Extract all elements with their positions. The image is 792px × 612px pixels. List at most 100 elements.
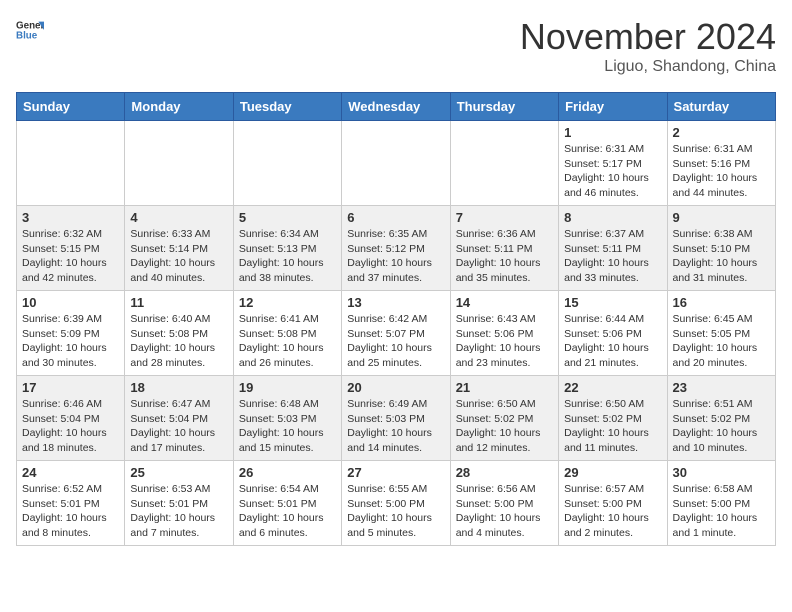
week-row-3: 10 Sunrise: 6:39 AM Sunset: 5:09 PM Dayli… [17,291,776,376]
day-info: Sunrise: 6:52 AM Sunset: 5:01 PM Dayligh… [22,482,119,541]
day-cell: 15 Sunrise: 6:44 AM Sunset: 5:06 PM Dayli… [559,291,667,376]
day-info: Sunrise: 6:50 AM Sunset: 5:02 PM Dayligh… [456,397,553,456]
day-number: 23 [673,380,770,395]
day-cell: 10 Sunrise: 6:39 AM Sunset: 5:09 PM Dayli… [17,291,125,376]
calendar-table: Sunday Monday Tuesday Wednesday Thursday… [16,92,776,546]
day-number: 9 [673,210,770,225]
day-cell [233,121,341,206]
day-cell: 11 Sunrise: 6:40 AM Sunset: 5:08 PM Dayli… [125,291,233,376]
week-row-1: 1 Sunrise: 6:31 AM Sunset: 5:17 PM Daylig… [17,121,776,206]
day-info: Sunrise: 6:34 AM Sunset: 5:13 PM Dayligh… [239,227,336,286]
day-cell: 29Sunrise: 6:57 AM Sunset: 5:00 PM Dayli… [559,461,667,546]
day-cell: 12Sunrise: 6:41 AM Sunset: 5:08 PM Dayli… [233,291,341,376]
day-cell: 7Sunrise: 6:36 AM Sunset: 5:11 PM Daylig… [450,206,558,291]
day-cell: 1 Sunrise: 6:31 AM Sunset: 5:17 PM Daylig… [559,121,667,206]
day-number: 14 [456,295,553,310]
header-sunday: Sunday [17,93,125,121]
day-number: 22 [564,380,661,395]
day-info: Sunrise: 6:58 AM Sunset: 5:00 PM Dayligh… [673,482,770,541]
day-cell: 26Sunrise: 6:54 AM Sunset: 5:01 PM Dayli… [233,461,341,546]
day-cell: 9 Sunrise: 6:38 AM Sunset: 5:10 PM Daylig… [667,206,775,291]
day-number: 8 [564,210,661,225]
day-cell: 13 Sunrise: 6:42 AM Sunset: 5:07 PM Dayli… [342,291,450,376]
day-number: 30 [673,465,770,480]
day-info: Sunrise: 6:35 AM Sunset: 5:12 PM Dayligh… [347,227,444,286]
logo: General Blue [16,16,44,44]
day-number: 16 [673,295,770,310]
day-cell: 22 Sunrise: 6:50 AM Sunset: 5:02 PM Dayli… [559,376,667,461]
day-cell: 5 Sunrise: 6:34 AM Sunset: 5:13 PM Daylig… [233,206,341,291]
day-info: Sunrise: 6:55 AM Sunset: 5:00 PM Dayligh… [347,482,444,541]
location-title: Liguo, Shandong, China [520,58,776,76]
day-info: Sunrise: 6:56 AM Sunset: 5:00 PM Dayligh… [456,482,553,541]
day-info: Sunrise: 6:45 AM Sunset: 5:05 PM Dayligh… [673,312,770,371]
day-cell: 23 Sunrise: 6:51 AM Sunset: 5:02 PM Dayli… [667,376,775,461]
day-info: Sunrise: 6:48 AM Sunset: 5:03 PM Dayligh… [239,397,336,456]
day-cell: 30 Sunrise: 6:58 AM Sunset: 5:00 PM Dayli… [667,461,775,546]
day-info: Sunrise: 6:38 AM Sunset: 5:10 PM Dayligh… [673,227,770,286]
day-number: 12 [239,295,336,310]
day-info: Sunrise: 6:44 AM Sunset: 5:06 PM Dayligh… [564,312,661,371]
day-cell [17,121,125,206]
day-info: Sunrise: 6:54 AM Sunset: 5:01 PM Dayligh… [239,482,336,541]
day-cell [450,121,558,206]
logo-icon: General Blue [16,16,44,44]
day-info: Sunrise: 6:49 AM Sunset: 5:03 PM Dayligh… [347,397,444,456]
day-cell: 8 Sunrise: 6:37 AM Sunset: 5:11 PM Daylig… [559,206,667,291]
day-number: 15 [564,295,661,310]
day-cell: 21 Sunrise: 6:50 AM Sunset: 5:02 PM Dayli… [450,376,558,461]
day-number: 13 [347,295,444,310]
title-section: November 2024 Liguo, Shandong, China [520,16,776,76]
day-cell: 14 Sunrise: 6:43 AM Sunset: 5:06 PM Dayli… [450,291,558,376]
day-info: Sunrise: 6:46 AM Sunset: 5:04 PM Dayligh… [22,397,119,456]
day-cell: 25Sunrise: 6:53 AM Sunset: 5:01 PM Dayli… [125,461,233,546]
day-info: Sunrise: 6:51 AM Sunset: 5:02 PM Dayligh… [673,397,770,456]
day-number: 18 [130,380,227,395]
day-cell: 24 Sunrise: 6:52 AM Sunset: 5:01 PM Dayli… [17,461,125,546]
day-number: 10 [22,295,119,310]
header-tuesday: Tuesday [233,93,341,121]
day-info: Sunrise: 6:39 AM Sunset: 5:09 PM Dayligh… [22,312,119,371]
day-info: Sunrise: 6:33 AM Sunset: 5:14 PM Dayligh… [130,227,227,286]
header-wednesday: Wednesday [342,93,450,121]
day-number: 29 [564,465,661,480]
day-cell: 6 Sunrise: 6:35 AM Sunset: 5:12 PM Daylig… [342,206,450,291]
day-info: Sunrise: 6:40 AM Sunset: 5:08 PM Dayligh… [130,312,227,371]
day-info: Sunrise: 6:31 AM Sunset: 5:16 PM Dayligh… [673,142,770,201]
day-number: 24 [22,465,119,480]
day-number: 19 [239,380,336,395]
day-number: 1 [564,125,661,140]
day-cell: 27 Sunrise: 6:55 AM Sunset: 5:00 PM Dayli… [342,461,450,546]
day-number: 17 [22,380,119,395]
day-info: Sunrise: 6:37 AM Sunset: 5:11 PM Dayligh… [564,227,661,286]
day-number: 28 [456,465,553,480]
header-thursday: Thursday [450,93,558,121]
day-cell [125,121,233,206]
month-title: November 2024 [520,16,776,58]
day-cell: 2 Sunrise: 6:31 AM Sunset: 5:16 PM Daylig… [667,121,775,206]
day-cell: 17 Sunrise: 6:46 AM Sunset: 5:04 PM Dayli… [17,376,125,461]
day-info: Sunrise: 6:43 AM Sunset: 5:06 PM Dayligh… [456,312,553,371]
day-number: 6 [347,210,444,225]
day-number: 7 [456,210,553,225]
day-number: 21 [456,380,553,395]
day-info: Sunrise: 6:31 AM Sunset: 5:17 PM Dayligh… [564,142,661,201]
day-info: Sunrise: 6:32 AM Sunset: 5:15 PM Dayligh… [22,227,119,286]
day-number: 27 [347,465,444,480]
day-cell: 3Sunrise: 6:32 AM Sunset: 5:15 PM Daylig… [17,206,125,291]
day-info: Sunrise: 6:50 AM Sunset: 5:02 PM Dayligh… [564,397,661,456]
day-cell: 18Sunrise: 6:47 AM Sunset: 5:04 PM Dayli… [125,376,233,461]
week-row-2: 3Sunrise: 6:32 AM Sunset: 5:15 PM Daylig… [17,206,776,291]
day-number: 2 [673,125,770,140]
day-info: Sunrise: 6:42 AM Sunset: 5:07 PM Dayligh… [347,312,444,371]
calendar-header-row: Sunday Monday Tuesday Wednesday Thursday… [17,93,776,121]
day-cell: 19 Sunrise: 6:48 AM Sunset: 5:03 PM Dayli… [233,376,341,461]
week-row-5: 24 Sunrise: 6:52 AM Sunset: 5:01 PM Dayli… [17,461,776,546]
day-info: Sunrise: 6:53 AM Sunset: 5:01 PM Dayligh… [130,482,227,541]
week-row-4: 17 Sunrise: 6:46 AM Sunset: 5:04 PM Dayli… [17,376,776,461]
day-number: 20 [347,380,444,395]
day-number: 11 [130,295,227,310]
header-saturday: Saturday [667,93,775,121]
day-cell: 4Sunrise: 6:33 AM Sunset: 5:14 PM Daylig… [125,206,233,291]
day-number: 5 [239,210,336,225]
